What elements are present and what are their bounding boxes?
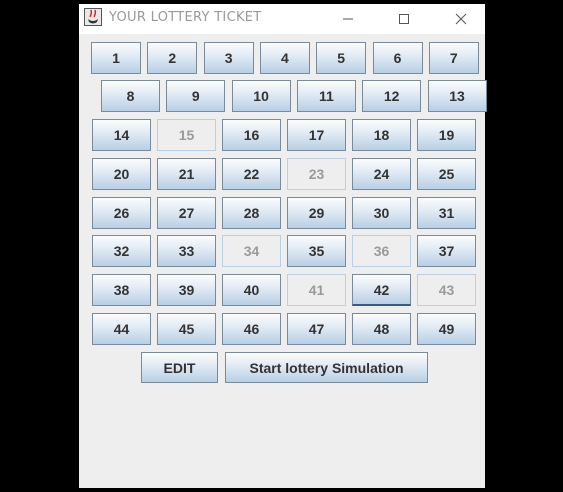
number-button-42[interactable]: 42 <box>352 274 411 306</box>
number-button-41: 41 <box>287 274 346 306</box>
number-button-29[interactable]: 29 <box>287 197 346 229</box>
number-button-6[interactable]: 6 <box>372 42 423 74</box>
number-button-48[interactable]: 48 <box>352 313 411 345</box>
number-button-32[interactable]: 32 <box>92 235 151 267</box>
number-button-8[interactable]: 8 <box>101 80 160 112</box>
number-button-1[interactable]: 1 <box>91 42 141 74</box>
number-button-18[interactable]: 18 <box>352 119 411 151</box>
number-button-12[interactable]: 12 <box>362 80 422 112</box>
close-button[interactable] <box>438 4 484 34</box>
number-button-39[interactable]: 39 <box>157 274 216 306</box>
number-button-13[interactable]: 13 <box>427 80 487 112</box>
number-button-2[interactable]: 2 <box>147 42 198 74</box>
title-bar[interactable]: YOUR LOTTERY TICKET <box>79 4 485 34</box>
number-button-30[interactable]: 30 <box>352 197 411 229</box>
number-button-17[interactable]: 17 <box>287 119 346 151</box>
number-button-27[interactable]: 27 <box>157 197 216 229</box>
number-button-3[interactable]: 3 <box>203 42 254 74</box>
java-cup-icon <box>84 8 102 26</box>
number-button-34: 34 <box>222 235 281 267</box>
window-title: YOUR LOTTERY TICKET <box>109 10 262 25</box>
start-simulation-button[interactable]: Start lottery Simulation <box>225 352 428 383</box>
number-button-10[interactable]: 10 <box>231 80 291 112</box>
number-button-44[interactable]: 44 <box>92 313 151 345</box>
number-button-28[interactable]: 28 <box>222 197 281 229</box>
number-button-40[interactable]: 40 <box>222 274 281 306</box>
number-button-31[interactable]: 31 <box>417 197 476 229</box>
number-button-35[interactable]: 35 <box>287 235 346 267</box>
edit-button[interactable]: EDIT <box>141 352 218 383</box>
number-button-7[interactable]: 7 <box>428 42 479 74</box>
number-button-11[interactable]: 11 <box>296 80 356 112</box>
number-button-33[interactable]: 33 <box>157 235 216 267</box>
number-button-25[interactable]: 25 <box>417 158 476 190</box>
number-button-43: 43 <box>417 274 476 306</box>
number-button-24[interactable]: 24 <box>352 158 411 190</box>
number-button-22[interactable]: 22 <box>222 158 281 190</box>
number-button-16[interactable]: 16 <box>222 119 281 151</box>
minimize-button[interactable] <box>325 4 371 34</box>
number-button-4[interactable]: 4 <box>259 42 310 74</box>
maximize-button[interactable] <box>381 4 427 34</box>
number-button-9[interactable]: 9 <box>166 80 226 112</box>
number-button-19[interactable]: 19 <box>417 119 476 151</box>
number-button-5[interactable]: 5 <box>316 42 367 74</box>
number-button-49[interactable]: 49 <box>417 313 476 345</box>
number-button-23: 23 <box>287 158 346 190</box>
close-icon <box>455 13 467 25</box>
number-button-47[interactable]: 47 <box>287 313 346 345</box>
number-button-15: 15 <box>157 119 216 151</box>
number-button-46[interactable]: 46 <box>222 313 281 345</box>
number-button-21[interactable]: 21 <box>157 158 216 190</box>
number-button-45[interactable]: 45 <box>157 313 216 345</box>
number-button-14[interactable]: 14 <box>92 119 151 151</box>
number-button-20[interactable]: 20 <box>92 158 151 190</box>
number-button-26[interactable]: 26 <box>92 197 151 229</box>
minimize-icon <box>343 18 353 20</box>
number-button-37[interactable]: 37 <box>417 235 476 267</box>
number-button-36: 36 <box>352 235 411 267</box>
lottery-window: YOUR LOTTERY TICKET 1 2 3 4 5 6 7 8 9 10 11 12 13 14 1… <box>79 4 487 488</box>
maximize-icon <box>399 14 409 24</box>
number-button-38[interactable]: 38 <box>92 274 151 306</box>
